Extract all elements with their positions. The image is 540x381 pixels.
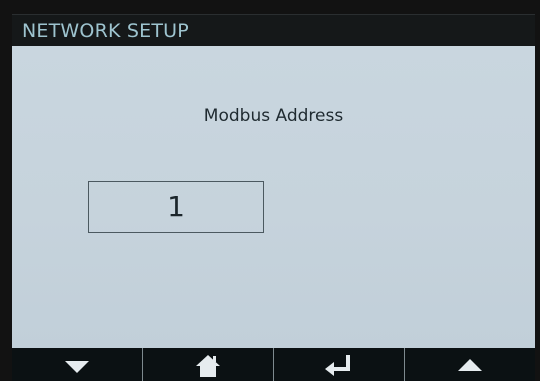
content-area: Modbus Address 1 <box>12 46 535 348</box>
enter-icon <box>325 354 350 376</box>
home-icon <box>196 354 220 377</box>
arrow-up-icon <box>458 358 482 371</box>
down-button[interactable] <box>12 348 142 381</box>
up-button[interactable] <box>404 348 535 381</box>
bottom-toolbar <box>12 348 535 381</box>
modbus-address-value: 1 <box>167 190 185 223</box>
device-frame: NETWORK SETUP Modbus Address 1 <box>0 0 540 381</box>
modbus-address-field[interactable]: 1 <box>88 181 264 233</box>
title-bar: NETWORK SETUP <box>12 14 535 47</box>
home-button[interactable] <box>142 348 273 381</box>
field-label: Modbus Address <box>203 106 344 126</box>
arrow-down-icon <box>65 360 89 373</box>
enter-button[interactable] <box>273 348 404 381</box>
page-title: NETWORK SETUP <box>22 20 189 42</box>
